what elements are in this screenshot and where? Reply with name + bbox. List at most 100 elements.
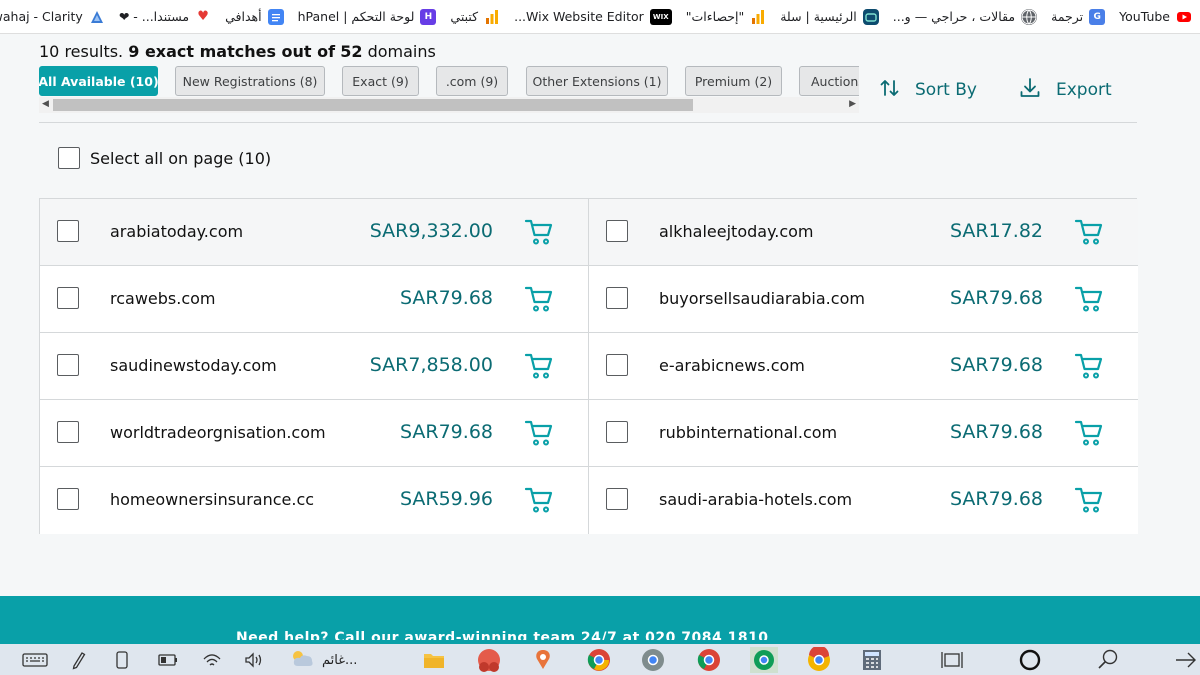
chrome-profile-ww-icon[interactable] bbox=[750, 647, 778, 673]
filter-other-extensions[interactable]: Other Extensions (1) bbox=[526, 66, 668, 96]
analytics-icon bbox=[484, 9, 500, 25]
filter-auctions[interactable]: Auctions bbox=[799, 66, 859, 96]
search-icon[interactable] bbox=[1096, 649, 1120, 671]
domain-price: SAR79.68 bbox=[399, 287, 493, 309]
export-button[interactable]: Export bbox=[1018, 76, 1112, 104]
wifi-icon[interactable] bbox=[202, 649, 222, 671]
domain-name: saudinewstoday.com bbox=[110, 356, 277, 375]
cart-icon[interactable] bbox=[1074, 217, 1104, 247]
domain-checkbox[interactable] bbox=[57, 488, 79, 510]
cart-icon[interactable] bbox=[524, 418, 554, 448]
cloud-sun-icon bbox=[290, 648, 316, 672]
weather-widget[interactable]: غائم... bbox=[290, 649, 357, 671]
filter-scrollbar[interactable]: ◀ ▶ bbox=[39, 97, 859, 113]
domain-checkbox[interactable] bbox=[606, 287, 628, 309]
cart-icon[interactable] bbox=[524, 485, 554, 515]
scroll-left-icon[interactable]: ◀ bbox=[42, 99, 49, 109]
maps-pin-icon[interactable] bbox=[532, 649, 554, 671]
cart-icon[interactable] bbox=[524, 351, 554, 381]
calculator-icon[interactable] bbox=[862, 649, 882, 671]
cart-icon[interactable] bbox=[524, 284, 554, 314]
results-count-text: 10 results. bbox=[39, 42, 124, 61]
filter-new-registrations[interactable]: New Registrations (8) bbox=[175, 66, 325, 96]
domain-price: SAR59.96 bbox=[399, 488, 493, 510]
domain-price: SAR17.82 bbox=[949, 220, 1043, 242]
chrome-icon[interactable] bbox=[586, 649, 612, 671]
bookmark-docs[interactable]: ♥ مستندا... - ❤ bbox=[119, 9, 211, 25]
hostinger-icon: H bbox=[420, 8, 437, 25]
domain-name: rcawebs.com bbox=[110, 289, 216, 308]
cart-icon[interactable] bbox=[1074, 485, 1104, 515]
select-all-checkbox[interactable] bbox=[58, 147, 80, 169]
bookmark-articles[interactable]: مقالات ، حراجي — و... bbox=[893, 8, 1038, 25]
domain-row: saudi-arabia-hotels.com SAR79.68 bbox=[589, 467, 1138, 534]
keyboard-icon[interactable] bbox=[22, 649, 48, 671]
chrome-profile-w2-icon[interactable] bbox=[696, 649, 722, 671]
select-all-row[interactable]: Select all on page (10) bbox=[58, 147, 271, 169]
domain-checkbox[interactable] bbox=[606, 421, 628, 443]
scroll-right-icon[interactable]: ▶ bbox=[849, 99, 856, 109]
domain-row: alkhaleejtoday.com SAR17.82 bbox=[589, 199, 1138, 266]
windows-taskbar: غائم... bbox=[0, 644, 1200, 675]
domain-price: SAR79.68 bbox=[949, 421, 1043, 443]
bookmark-clarity[interactable]: 4wahaj - Clarity bbox=[0, 9, 105, 25]
filter-dot-com[interactable]: .com (9) bbox=[436, 66, 508, 96]
arrow-right-icon[interactable] bbox=[1174, 649, 1198, 671]
domains-count: 52 bbox=[340, 42, 363, 61]
phone-link-icon[interactable] bbox=[114, 649, 130, 671]
bookmark-translate[interactable]: G ترجمة bbox=[1051, 8, 1106, 25]
filter-premium[interactable]: Premium (2) bbox=[685, 66, 782, 96]
export-label: Export bbox=[1056, 80, 1112, 100]
chrome-profile-w-icon[interactable] bbox=[640, 649, 666, 671]
bookmark-kotobti[interactable]: كتبتي bbox=[450, 9, 500, 25]
domain-checkbox[interactable] bbox=[57, 354, 79, 376]
domain-checkbox[interactable] bbox=[606, 354, 628, 376]
clarity-icon bbox=[89, 9, 105, 25]
bookmark-salla[interactable]: الرئيسية | سلة bbox=[780, 8, 879, 25]
scrollbar-thumb[interactable] bbox=[53, 99, 693, 111]
domain-row: homeownersinsurance.cc SAR59.96 bbox=[40, 467, 589, 534]
bookmark-youtube[interactable]: YouTube bbox=[1119, 8, 1192, 25]
bookmark-hpanel[interactable]: H لوحة التحكم | hPanel bbox=[298, 8, 437, 25]
domain-name: homeownersinsurance.cc bbox=[110, 490, 315, 509]
domain-price: SAR79.68 bbox=[949, 287, 1043, 309]
bookmark-analytics[interactable]: "إحصاءات" bbox=[686, 9, 766, 25]
domain-price: SAR9,332.00 bbox=[369, 220, 493, 242]
sort-by-button[interactable]: Sort By bbox=[879, 76, 977, 104]
sort-arrows-icon bbox=[879, 77, 901, 104]
domain-checkbox[interactable] bbox=[606, 220, 628, 242]
domain-name: buyorsellsaudiarabia.com bbox=[659, 289, 865, 308]
domain-checkbox[interactable] bbox=[57, 287, 79, 309]
domain-price: SAR79.68 bbox=[949, 488, 1043, 510]
domain-checkbox[interactable] bbox=[57, 220, 79, 242]
task-view-icon[interactable] bbox=[940, 649, 964, 671]
results-summary: 10 results. 9 exact matches out of 52 do… bbox=[39, 42, 436, 61]
domain-price: SAR79.68 bbox=[399, 421, 493, 443]
domain-results-grid: arabiatoday.com SAR9,332.00 alkhaleejtod… bbox=[39, 198, 1138, 534]
bookmark-wix[interactable]: WIX Wix Website Editor... bbox=[514, 8, 672, 25]
domain-row: worldtradeorgnisation.com SAR79.68 bbox=[40, 400, 589, 467]
globe-icon bbox=[1021, 8, 1038, 25]
filter-all-available[interactable]: All Available (10) bbox=[39, 66, 159, 96]
docs-icon bbox=[267, 8, 284, 25]
youtube-icon bbox=[1176, 8, 1192, 25]
cart-icon[interactable] bbox=[1074, 418, 1104, 448]
domain-name: arabiatoday.com bbox=[110, 222, 244, 241]
cart-icon[interactable] bbox=[1074, 284, 1104, 314]
domain-name: e-arabicnews.com bbox=[659, 356, 805, 375]
pen-icon[interactable] bbox=[70, 649, 88, 671]
battery-icon[interactable] bbox=[158, 649, 178, 671]
chrome-profile-r-icon[interactable] bbox=[806, 647, 832, 671]
domain-row: arabiatoday.com SAR9,332.00 bbox=[40, 199, 589, 266]
weather-label: غائم... bbox=[322, 652, 358, 668]
domain-checkbox[interactable] bbox=[57, 421, 79, 443]
domain-checkbox[interactable] bbox=[606, 488, 628, 510]
volume-icon[interactable] bbox=[244, 649, 264, 671]
filter-exact[interactable]: Exact (9) bbox=[342, 66, 419, 96]
cortana-icon[interactable] bbox=[1018, 649, 1042, 671]
cart-icon[interactable] bbox=[524, 217, 554, 247]
chrome-profile-k-icon[interactable] bbox=[476, 649, 502, 672]
cart-icon[interactable] bbox=[1074, 351, 1104, 381]
bookmark-goals[interactable]: أهدافي bbox=[225, 8, 284, 25]
file-explorer-icon[interactable] bbox=[422, 649, 446, 671]
